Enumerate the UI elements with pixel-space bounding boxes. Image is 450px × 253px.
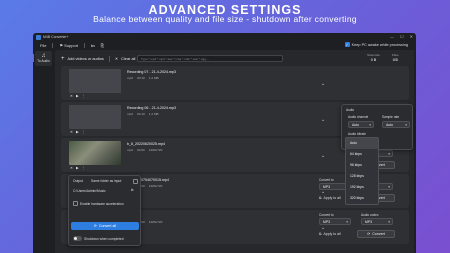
add-files-button[interactable]: Add videos or audios [68, 56, 104, 61]
file-filter-input[interactable]: Type *.mp4 *.mp3 *.aac *.m4a *.m4b *.wav… [137, 55, 283, 62]
keep-awake-toggle[interactable]: ✓ Keep PC awake while processing [344, 42, 408, 47]
menu-file[interactable]: File [40, 43, 46, 48]
copy-icon: ⧉ [319, 232, 322, 236]
menu-divider [52, 43, 54, 48]
file-name: Recording 06 - 21-4-2024.mp3 [127, 106, 176, 110]
keep-awake-label: Keep PC awake while processing [351, 42, 408, 47]
apply-to-all-button[interactable]: ⧉ Apply to all [319, 196, 341, 200]
same-folder-checkbox[interactable] [133, 179, 138, 184]
app-logo-icon [36, 34, 41, 40]
output-settings-popup: Output Same folder as input C:\Users\Adm… [68, 175, 141, 246]
window-title: M4B Converter+ [43, 35, 69, 39]
chevron-down-icon[interactable]: ⌄ [321, 225, 325, 231]
folder-path: C:\Users\Admin\Music [73, 189, 106, 193]
bitrate-dropdown-list: Auto 64 kbps 96 kbps 128 kbps 192 kbps 3… [345, 137, 379, 205]
sample-rate-select[interactable]: Auto [382, 121, 410, 129]
plus-icon[interactable]: + [61, 56, 65, 62]
apply-to-all-button[interactable]: ⧉ Apply to all [319, 232, 341, 236]
convert-to-label: Convert to [319, 213, 334, 217]
close-button[interactable]: ✕ [410, 34, 413, 39]
dropdown-option[interactable]: 96 kbps [346, 160, 378, 171]
more-icon[interactable]: ⋮ [82, 130, 86, 134]
file-name: Recording 07 - 21-4-2024.mp3 [127, 70, 176, 74]
dropdown-option[interactable]: Auto [346, 138, 378, 149]
play-icon[interactable]: ▶ [76, 94, 79, 98]
sidebar-item-to-audio[interactable]: ♫ To Audio [35, 51, 52, 66]
play-icon[interactable]: ▶ [76, 130, 79, 134]
more-icon[interactable]: ⋮ [82, 94, 86, 98]
minimize-button[interactable]: — [390, 34, 394, 39]
shutdown-label: Shutdown when completed [84, 237, 124, 241]
menu-support[interactable]: ⚑ Support [59, 43, 78, 48]
copy-icon: ⧉ [319, 196, 322, 200]
files-count-stat: Files 0/5 [392, 53, 399, 62]
sidebar: ♫ To Audio [33, 50, 54, 253]
hw-accel-checkbox[interactable] [73, 201, 78, 206]
convert-to-select[interactable]: MP3 [319, 218, 351, 226]
chevron-down-icon[interactable]: ⌄ [321, 153, 325, 159]
file-meta: mp3 00:10 1.2 MB [127, 112, 159, 116]
shutdown-toggle[interactable] [73, 236, 82, 241]
chevron-down-icon[interactable]: ⌄ [321, 117, 325, 123]
file-thumbnail [69, 69, 121, 93]
remove-icon[interactable]: ✕ [70, 166, 73, 170]
audio-bitrate-label: Audio bitrate [348, 132, 366, 136]
output-title: Output [73, 179, 83, 183]
refresh-icon: ⟳ [367, 232, 371, 236]
sidebar-item-label: To Audio [37, 59, 50, 63]
more-icon[interactable]: ⋮ [82, 166, 86, 170]
convert-button[interactable]: ⟳Convert [357, 230, 395, 238]
toolbar: + Add videos or audios ✕ Clear all [61, 54, 135, 63]
sample-rate-label: Sample rate [382, 115, 400, 119]
file-meta: mp3 00:10 1.2 MB [127, 76, 159, 80]
sidebar-active-indicator [33, 54, 34, 62]
audio-codec-label: Audio codec [361, 213, 379, 217]
maximize-button[interactable]: ☐ [400, 34, 404, 39]
file-row[interactable]: ✕ ▶ ⋮ Recording 07 - 21-4-2024.mp3 mp3 00… [61, 66, 409, 100]
linkedin-icon[interactable]: in [91, 43, 95, 48]
refresh-icon: ⟳ [93, 224, 97, 228]
remove-icon[interactable]: ✕ [70, 130, 73, 134]
audio-popup-title: Audio [346, 108, 355, 112]
menu-divider [84, 43, 86, 48]
play-icon[interactable]: ▶ [76, 166, 79, 170]
checkbox-checked-icon[interactable]: ✓ [344, 42, 350, 47]
dropdown-option[interactable]: 128 kbps [346, 171, 378, 182]
dropdown-option[interactable]: 320 kbps [346, 193, 378, 204]
video-thumbnail [69, 141, 121, 165]
banner-subtitle: Balance between quality and file size - … [93, 14, 357, 24]
total-size-stat: Total size 0 B [367, 53, 380, 62]
folder-browse-icon[interactable]: ⧉ [131, 188, 133, 192]
hw-accel-label: Enable hardware acceleration [80, 202, 124, 206]
same-folder-label: Same folder as input [91, 179, 122, 183]
file-meta: mp400:001280x720 [127, 148, 163, 152]
share-icon[interactable]: ⎘ [101, 43, 104, 48]
dropdown-option[interactable]: 64 kbps [346, 149, 378, 160]
dropdown-option[interactable]: 192 kbps [346, 182, 378, 193]
toolbar-divider [108, 55, 110, 62]
audio-channel-label: Audio channel [348, 115, 369, 119]
chevron-down-icon[interactable]: ⌄ [321, 81, 325, 87]
file-name: b_6_20220620025.mp4 [127, 142, 165, 146]
file-thumbnail [69, 105, 121, 129]
audio-codec-select[interactable]: MP3 [361, 218, 393, 226]
clear-icon[interactable]: ✕ [115, 56, 118, 61]
title-bar: M4B Converter+ — ☐ ✕ [33, 33, 416, 41]
convert-all-button[interactable]: ⟳ Convert all [71, 222, 139, 230]
remove-icon[interactable]: ✕ [70, 94, 73, 98]
audio-channel-select[interactable]: Auto [348, 121, 374, 129]
clear-all-button[interactable]: Clear all [121, 56, 135, 61]
convert-to-label: Convert to [319, 178, 334, 182]
